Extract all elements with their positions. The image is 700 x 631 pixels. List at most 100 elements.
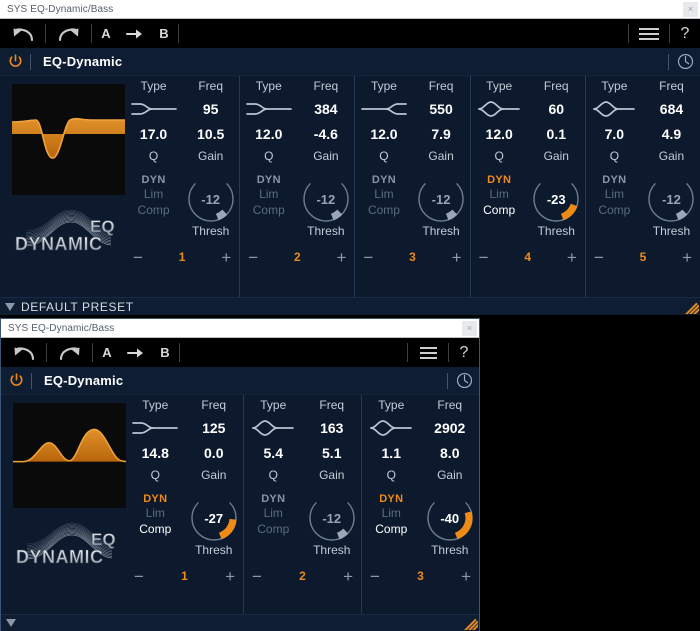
freq-value[interactable]: 60 [528,101,585,117]
band-increment-button[interactable]: + [336,249,346,266]
dyn-mode-lim[interactable]: Lim [259,186,278,202]
bell-icon[interactable] [471,98,528,120]
preset-b-button[interactable]: B [151,338,179,367]
band-increment-button[interactable]: + [221,249,231,266]
band-decrement-button[interactable]: − [479,249,489,266]
band-decrement-button[interactable]: − [594,249,604,266]
q-value[interactable]: 14.8 [126,441,185,465]
q-value[interactable]: 17.0 [125,122,182,146]
dyn-toggle[interactable]: DYN [379,493,403,505]
gain-value[interactable]: -4.6 [297,122,354,146]
dyn-mode-comp[interactable]: Comp [368,202,400,218]
threshold-knob[interactable]: -27 [187,491,241,545]
hamburger-menu-icon[interactable] [629,19,669,48]
dyn-toggle[interactable]: DYN [372,174,396,186]
bell-icon[interactable] [586,98,643,120]
clock-icon[interactable] [456,372,473,389]
close-icon[interactable]: × [462,321,477,336]
band-decrement-button[interactable]: − [134,568,144,585]
arrow-right-icon[interactable] [120,19,150,48]
band-increment-button[interactable]: + [682,249,692,266]
threshold-knob[interactable]: -12 [299,172,353,226]
gain-value[interactable]: 10.5 [182,122,239,146]
power-icon[interactable] [0,54,30,69]
close-icon[interactable]: × [683,2,698,17]
dyn-mode-comp[interactable]: Comp [483,202,515,218]
band-decrement-button[interactable]: − [248,249,258,266]
dyn-toggle[interactable]: DYN [141,174,165,186]
band-decrement-button[interactable]: − [252,568,262,585]
dyn-mode-lim[interactable]: Lim [374,186,393,202]
gain-value[interactable]: 0.1 [528,122,585,146]
clock-icon[interactable] [677,53,694,70]
dyn-mode-lim[interactable]: Lim [144,186,163,202]
low-shelf-icon[interactable] [126,417,185,439]
redo-arrow-icon[interactable] [46,19,91,48]
help-button[interactable]: ? [670,19,700,48]
band-increment-button[interactable]: + [567,249,577,266]
dyn-toggle[interactable]: DYN [487,174,511,186]
q-value[interactable]: 12.0 [355,122,412,146]
preset-bar[interactable] [1,614,479,631]
dyn-mode-comp[interactable]: Comp [253,202,285,218]
freq-value[interactable]: 95 [182,101,239,117]
undo-arrow-icon[interactable] [0,19,45,48]
dyn-toggle[interactable]: DYN [257,174,281,186]
q-value[interactable]: 1.1 [362,441,421,465]
eq-curve-thumbnail[interactable] [13,403,126,508]
q-value[interactable]: 5.4 [244,441,303,465]
dyn-mode-comp[interactable]: Comp [138,202,170,218]
dyn-toggle[interactable]: DYN [261,493,285,505]
help-button[interactable]: ? [449,338,479,367]
dyn-mode-comp[interactable]: Comp [257,521,289,537]
dyn-mode-comp[interactable]: Comp [139,521,171,537]
threshold-knob[interactable]: -12 [305,491,359,545]
band-increment-button[interactable]: + [225,568,235,585]
preset-bar[interactable]: DEFAULT PRESET [0,297,700,315]
dyn-toggle[interactable]: DYN [602,174,626,186]
undo-arrow-icon[interactable] [1,338,46,367]
freq-value[interactable]: 684 [643,101,700,117]
q-value[interactable]: 12.0 [240,122,297,146]
dyn-mode-lim[interactable]: Lim [605,186,624,202]
dyn-toggle[interactable]: DYN [143,493,167,505]
dyn-mode-lim[interactable]: Lim [264,505,283,521]
threshold-knob[interactable]: -12 [414,172,468,226]
triangle-down-icon[interactable] [6,619,16,627]
eq-curve-thumbnail[interactable] [12,84,125,195]
high-shelf-icon[interactable] [355,98,412,120]
triangle-down-icon[interactable] [5,302,15,311]
band-increment-button[interactable]: + [343,568,353,585]
freq-value[interactable]: 2902 [421,420,480,436]
gain-value[interactable]: 0.0 [185,441,244,465]
band-decrement-button[interactable]: − [363,249,373,266]
threshold-knob[interactable]: -23 [529,172,583,226]
freq-value[interactable]: 163 [303,420,362,436]
gain-value[interactable]: 5.1 [303,441,362,465]
gain-value[interactable]: 7.9 [413,122,470,146]
band-decrement-button[interactable]: − [133,249,143,266]
dyn-mode-lim[interactable]: Lim [382,505,401,521]
host-titlebar[interactable]: SYS EQ-Dynamic/Bass × [1,319,479,338]
host-titlebar[interactable]: SYS EQ-Dynamic/Bass × [0,0,700,19]
preset-b-button[interactable]: B [150,19,178,48]
q-value[interactable]: 12.0 [471,122,528,146]
resize-grip-icon[interactable] [685,300,699,314]
band-increment-button[interactable]: + [461,568,471,585]
dyn-mode-lim[interactable]: Lim [146,505,165,521]
gain-value[interactable]: 4.9 [643,122,700,146]
threshold-knob[interactable]: -40 [423,491,477,545]
threshold-knob[interactable]: -12 [644,172,698,226]
threshold-knob[interactable]: -12 [184,172,238,226]
band-decrement-button[interactable]: − [370,568,380,585]
arrow-right-icon[interactable] [121,338,151,367]
redo-arrow-icon[interactable] [47,338,92,367]
hamburger-menu-icon[interactable] [408,338,448,367]
bell-icon[interactable] [244,417,303,439]
resize-grip-icon[interactable] [464,616,478,630]
power-icon[interactable] [1,373,31,388]
low-shelf-icon[interactable] [240,98,297,120]
q-value[interactable]: 7.0 [586,122,643,146]
dyn-mode-comp[interactable]: Comp [375,521,407,537]
freq-value[interactable]: 125 [185,420,244,436]
